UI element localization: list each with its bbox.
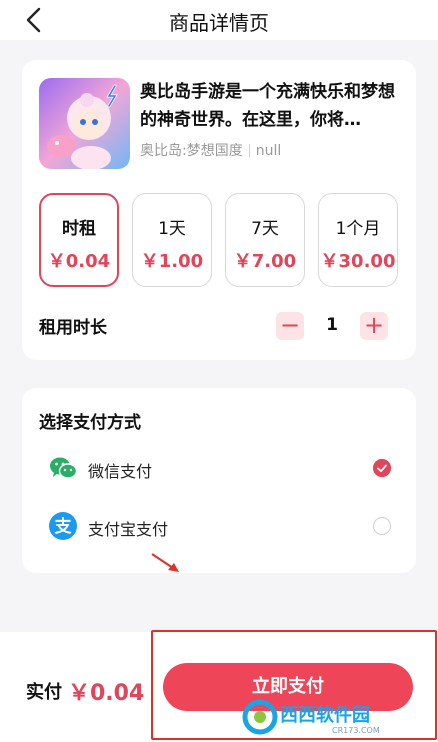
svg-text:西西软件园: 西西软件园 bbox=[280, 704, 370, 726]
wechat-pay-icon bbox=[50, 457, 78, 479]
payment-section-title: 选择支付方式 bbox=[39, 413, 141, 433]
product-description: 奥比岛手游是一个充满快乐和梦想的神奇世界。在这里，你将… bbox=[140, 82, 395, 130]
rental-option-hourly[interactable]: 时租 ￥0.04 bbox=[39, 193, 119, 287]
payment-option-label: 支付宝支付 bbox=[88, 520, 169, 539]
product-meta: 奥比岛:梦想国度 null bbox=[140, 140, 281, 160]
svg-text:CR173.COM: CR173.COM bbox=[332, 726, 380, 735]
page-title: 商品详情页 bbox=[169, 11, 269, 35]
rental-option-1-month[interactable]: 1个月 ￥30.00 bbox=[318, 193, 398, 287]
alipay-icon: 支 bbox=[49, 512, 77, 540]
duration-label: 租用时长 bbox=[39, 318, 107, 338]
option-price: ￥30.00 bbox=[320, 251, 396, 272]
game-name: 奥比岛:梦想国度 bbox=[140, 143, 243, 159]
option-price: ￥0.04 bbox=[47, 251, 111, 272]
meta-divider bbox=[248, 144, 250, 157]
increase-button[interactable]: + bbox=[360, 312, 388, 340]
option-label: 7天 bbox=[251, 219, 279, 239]
quantity-value: 1 bbox=[326, 315, 338, 335]
game-thumbnail bbox=[39, 78, 130, 169]
option-label: 1个月 bbox=[335, 219, 381, 239]
product-card: 奥比岛手游是一个充满快乐和梦想的神奇世界。在这里，你将… 奥比岛:梦想国度 nul… bbox=[22, 60, 416, 360]
total-label: 实付 bbox=[26, 682, 62, 703]
meta-extra: null bbox=[255, 143, 282, 159]
option-price: ￥7.00 bbox=[233, 251, 297, 272]
unselected-radio[interactable] bbox=[373, 517, 391, 535]
payment-option-label: 微信支付 bbox=[88, 462, 153, 481]
rental-option-1-day[interactable]: 1天 ￥1.00 bbox=[132, 193, 212, 287]
option-price: ￥1.00 bbox=[140, 251, 204, 272]
decrease-button[interactable]: − bbox=[276, 312, 304, 340]
annotation-arrow-icon bbox=[151, 553, 179, 572]
rental-option-7-days[interactable]: 7天 ￥7.00 bbox=[225, 193, 305, 287]
selected-check-icon[interactable] bbox=[373, 459, 391, 477]
payment-option-wechat[interactable]: 微信支付 bbox=[22, 447, 416, 491]
svg-text:支: 支 bbox=[55, 516, 73, 537]
total-amount: ￥0.04 bbox=[68, 681, 145, 706]
option-label: 1天 bbox=[158, 219, 186, 239]
site-watermark-logo: 西西软件园 CR173.COM bbox=[242, 699, 380, 735]
payment-card: 选择支付方式 微信支付 支 支付宝支付 bbox=[22, 388, 416, 573]
option-label: 时租 bbox=[62, 219, 96, 239]
payment-option-alipay[interactable]: 支 支付宝支付 bbox=[22, 505, 416, 549]
top-bar: 商品详情页 bbox=[0, 0, 438, 40]
